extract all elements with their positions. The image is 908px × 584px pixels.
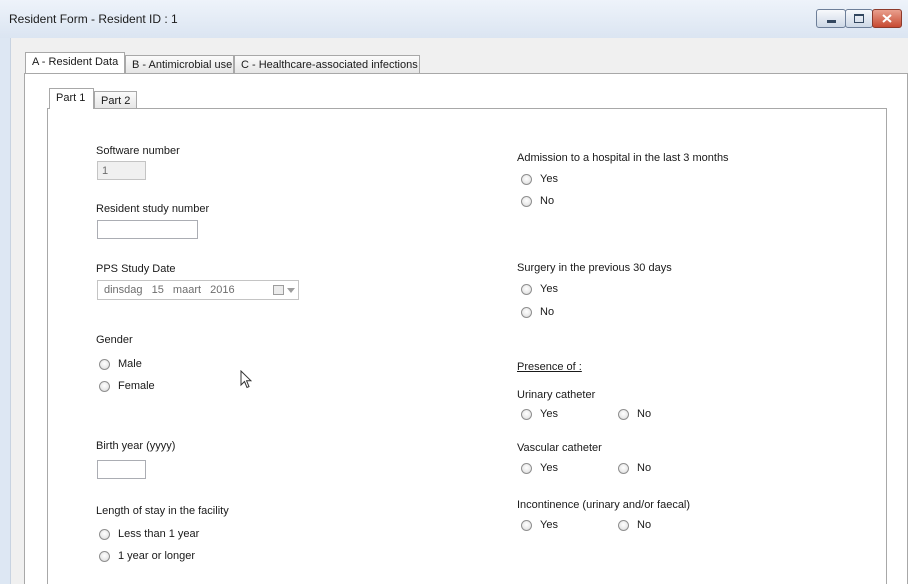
surgery-yes-radio[interactable]: Yes bbox=[521, 283, 558, 295]
chevron-down-icon bbox=[287, 287, 295, 293]
gender-male-radio[interactable]: Male bbox=[99, 358, 142, 370]
vascular-catheter-no-radio[interactable]: No bbox=[618, 462, 651, 474]
admission-label: Admission to a hospital in the last 3 mo… bbox=[517, 152, 729, 164]
radio-circle bbox=[618, 462, 629, 474]
date-day-name: dinsdag bbox=[104, 284, 143, 296]
radio-circle bbox=[521, 519, 532, 531]
resident-study-number-label: Resident study number bbox=[96, 203, 210, 215]
radio-label: Female bbox=[118, 380, 155, 392]
radio-label: No bbox=[637, 462, 652, 474]
tab-resident-data[interactable]: A - Resident Data bbox=[25, 52, 125, 73]
pps-study-date-label: PPS Study Date bbox=[96, 263, 176, 275]
radio-label: Yes bbox=[540, 462, 558, 474]
tab-part-1[interactable]: Part 1 bbox=[49, 88, 94, 109]
software-number-label: Software number bbox=[96, 145, 180, 157]
radio-label: Yes bbox=[540, 173, 558, 185]
vascular-catheter-label: Vascular catheter bbox=[517, 442, 602, 454]
length-of-stay-label: Length of stay in the facility bbox=[96, 505, 229, 517]
surgery-no-radio[interactable]: No bbox=[521, 306, 554, 318]
incontinence-yes-radio[interactable]: Yes bbox=[521, 519, 558, 531]
stay-less-than-1-year-radio[interactable]: Less than 1 year bbox=[99, 528, 199, 540]
close-icon bbox=[882, 14, 892, 23]
radio-label: No bbox=[637, 519, 652, 531]
admission-yes-radio[interactable]: Yes bbox=[521, 173, 558, 185]
radio-circle bbox=[99, 380, 110, 392]
pps-study-date-picker[interactable]: dinsdag 15 maart 2016 bbox=[97, 280, 299, 300]
birth-year-field[interactable] bbox=[97, 460, 146, 479]
radio-label: Male bbox=[118, 358, 142, 370]
radio-label: Yes bbox=[540, 519, 558, 531]
maximize-button[interactable] bbox=[845, 9, 873, 28]
birth-year-label: Birth year (yyyy) bbox=[96, 440, 176, 452]
date-month: maart bbox=[172, 284, 202, 296]
software-number-field[interactable] bbox=[97, 161, 146, 180]
urinary-catheter-label: Urinary catheter bbox=[517, 389, 596, 401]
radio-circle bbox=[521, 283, 532, 295]
radio-label: No bbox=[637, 408, 652, 420]
vascular-catheter-yes-radio[interactable]: Yes bbox=[521, 462, 558, 474]
radio-label: Yes bbox=[540, 283, 558, 295]
radio-circle bbox=[99, 550, 110, 562]
surgery-label: Surgery in the previous 30 days bbox=[517, 262, 672, 274]
radio-circle bbox=[521, 306, 532, 318]
tab-healthcare-infections[interactable]: C - Healthcare-associated infections bbox=[234, 55, 420, 73]
radio-circle bbox=[521, 462, 532, 474]
radio-label: 1 year or longer bbox=[118, 550, 196, 562]
radio-circle bbox=[521, 195, 532, 207]
radio-label: No bbox=[540, 306, 555, 318]
radio-circle bbox=[99, 528, 110, 540]
calendar-icon bbox=[273, 285, 284, 295]
maximize-icon bbox=[854, 14, 864, 23]
admission-no-radio[interactable]: No bbox=[521, 195, 554, 207]
urinary-catheter-yes-radio[interactable]: Yes bbox=[521, 408, 558, 420]
minimize-icon bbox=[826, 20, 836, 23]
mouse-cursor-icon bbox=[240, 370, 252, 389]
window-title: Resident Form - Resident ID : 1 bbox=[9, 12, 178, 26]
tab-part-2[interactable]: Part 2 bbox=[94, 91, 137, 109]
radio-label: Less than 1 year bbox=[118, 528, 200, 540]
urinary-catheter-no-radio[interactable]: No bbox=[618, 408, 651, 420]
radio-circle bbox=[618, 408, 629, 420]
calendar-dropdown-button[interactable] bbox=[273, 284, 295, 296]
window-left-border bbox=[0, 38, 11, 584]
radio-label: No bbox=[540, 195, 555, 207]
radio-circle bbox=[618, 519, 629, 531]
gender-label: Gender bbox=[96, 334, 133, 346]
stay-1-year-or-longer-radio[interactable]: 1 year or longer bbox=[99, 550, 195, 562]
gender-female-radio[interactable]: Female bbox=[99, 380, 155, 392]
radio-circle bbox=[521, 173, 532, 185]
close-button[interactable] bbox=[872, 9, 902, 28]
title-bar: Resident Form - Resident ID : 1 bbox=[0, 0, 908, 39]
tab-antimicrobial-use[interactable]: B - Antimicrobial use bbox=[125, 55, 234, 73]
date-day: 15 bbox=[151, 284, 164, 296]
radio-circle bbox=[99, 358, 110, 370]
date-year: 2016 bbox=[210, 284, 235, 296]
incontinence-label: Incontinence (urinary and/or faecal) bbox=[517, 499, 691, 511]
presence-of-heading: Presence of : bbox=[517, 361, 582, 373]
minimize-button[interactable] bbox=[816, 9, 846, 28]
incontinence-no-radio[interactable]: No bbox=[618, 519, 651, 531]
resident-form-window: Resident Form - Resident ID : 1 A - Resi… bbox=[0, 0, 908, 584]
radio-label: Yes bbox=[540, 408, 558, 420]
resident-study-number-field[interactable] bbox=[97, 220, 198, 239]
form-content: A - Resident Data B - Antimicrobial use … bbox=[11, 38, 908, 584]
radio-circle bbox=[521, 408, 532, 420]
